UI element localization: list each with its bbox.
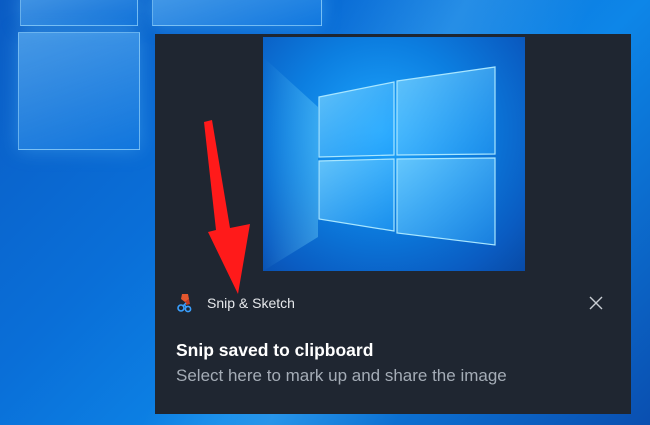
close-button[interactable] [585,292,607,314]
toast-title[interactable]: Snip saved to clipboard [176,339,373,361]
wallpaper-window-pane [18,32,140,150]
snip-preview-image[interactable] [263,37,525,271]
toast-header: Snip & Sketch [175,293,295,313]
app-name: Snip & Sketch [207,295,295,311]
toast-notification[interactable]: Snip & Sketch Snip saved to clipboard Se… [155,34,631,414]
toast-body[interactable]: Select here to mark up and share the ima… [176,365,507,387]
wallpaper-window-pane [20,0,138,26]
close-icon [589,296,603,310]
snip-and-sketch-icon [177,294,192,313]
windows-logo-icon [263,57,496,271]
wallpaper-window-pane [152,0,322,26]
